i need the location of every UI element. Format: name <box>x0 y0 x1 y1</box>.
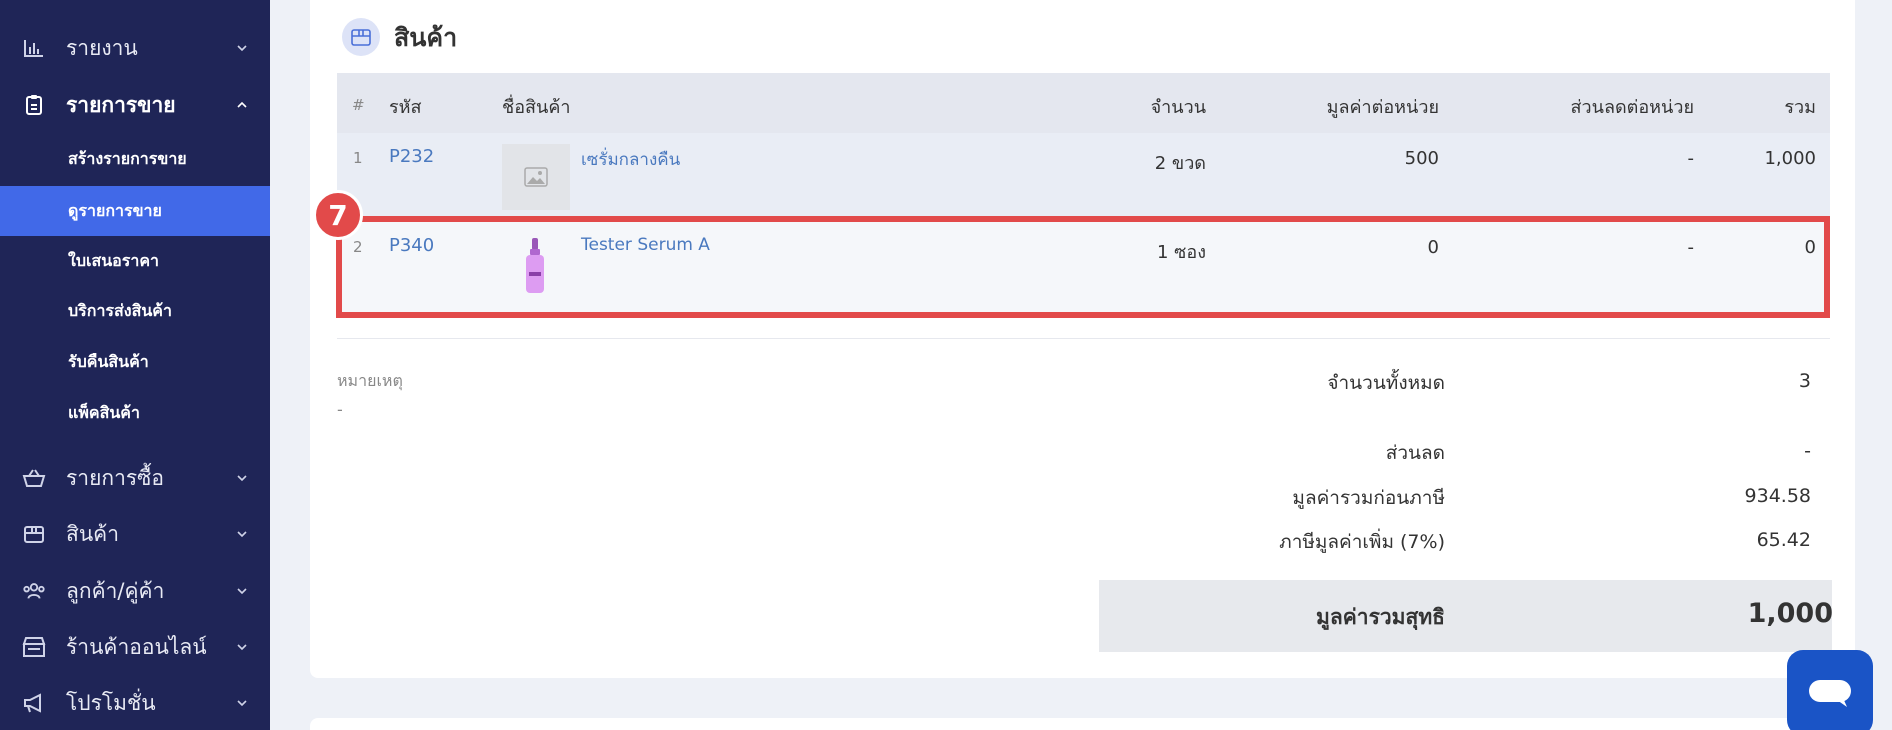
col-header-name: ชื่อสินค้า <box>502 97 571 118</box>
sidebar-item-promotions[interactable]: โปรโมชั่น <box>0 683 270 723</box>
vat-label: ภาษีมูลค่าเพิ่ม (7%) <box>1279 531 1445 553</box>
total-qty-label: จำนวนทั้งหมด <box>1327 372 1445 394</box>
sidebar-item-label: รายการขาย <box>66 92 176 117</box>
sidebar-item-label: ลูกค้า/คู่ค้า <box>66 578 165 603</box>
discount-value: - <box>1804 440 1811 462</box>
row-discount: - <box>1687 148 1695 169</box>
sidebar-item-label: รายงาน <box>66 35 138 60</box>
sidebar-subitem-label: แพ็คสินค้า <box>68 402 140 422</box>
col-header-discount: ส่วนลดต่อหน่วย <box>1570 97 1694 118</box>
vat-value: 65.42 <box>1756 529 1811 551</box>
chat-icon <box>1809 680 1851 707</box>
discount-label: ส่วนลด <box>1385 442 1445 464</box>
box-icon <box>22 522 46 546</box>
sidebar-item-label: สินค้า <box>66 521 120 546</box>
sidebar-item-online-store[interactable]: ร้านค้าออนไลน์ <box>0 627 270 667</box>
people-icon <box>22 579 46 603</box>
sidebar-subitem-label: ใบเสนอราคา <box>68 250 160 270</box>
note-label: หมายเหตุ <box>337 371 403 390</box>
sidebar-item-purchases[interactable]: รายการซื้อ <box>0 458 270 498</box>
clipboard-icon <box>22 93 46 117</box>
sidebar-subitem-label: บริการส่งสินค้า <box>68 300 172 320</box>
section-title: สินค้า <box>394 23 458 52</box>
col-header-unit-price: มูลค่าต่อหน่วย <box>1326 97 1439 118</box>
step-badge: 7 <box>313 190 363 240</box>
sidebar-subitem-quotation[interactable]: ใบเสนอราคา <box>0 236 270 286</box>
sidebar-subitem-label: ดูรายการขาย <box>68 200 162 220</box>
sidebar-subitem-view-sales[interactable]: ดูรายการขาย <box>0 186 270 236</box>
bar-chart-icon <box>22 36 46 60</box>
chat-button[interactable] <box>1787 650 1873 730</box>
pre-vat-value: 934.58 <box>1744 485 1811 507</box>
sidebar-item-label: รายการซื้อ <box>66 465 165 490</box>
sidebar-item-label: โปรโมชั่น <box>66 690 156 715</box>
basket-icon <box>22 466 46 490</box>
col-header-num: # <box>352 96 365 114</box>
sidebar-subitem-label: สร้างรายการขาย <box>68 148 187 168</box>
chevron-down-icon <box>237 588 247 595</box>
sidebar-subitem-label: รับคืนสินค้า <box>68 351 149 371</box>
sidebar-item-products[interactable]: สินค้า <box>0 514 270 554</box>
sidebar-subitem-shipping[interactable]: บริการส่งสินค้า <box>0 286 270 336</box>
divider <box>337 338 1830 339</box>
product-code-link[interactable]: P232 <box>389 146 434 167</box>
col-header-qty: จำนวน <box>1150 97 1206 118</box>
sidebar-item-sales[interactable]: รายการขาย <box>0 85 270 125</box>
row-unit-price: 500 <box>1404 148 1439 169</box>
sidebar-subitem-returns[interactable]: รับคืนสินค้า <box>0 337 270 387</box>
net-total-box <box>1099 580 1832 652</box>
next-card <box>310 718 1855 730</box>
chevron-down-icon <box>237 531 247 538</box>
sidebar-subitem-create-sale[interactable]: สร้างรายการขาย <box>0 134 270 184</box>
sidebar-subitem-packing[interactable]: แพ็คสินค้า <box>0 388 270 438</box>
sidebar-item-reports[interactable]: รายงาน <box>0 28 270 68</box>
row-num: 1 <box>353 149 363 167</box>
store-icon <box>22 635 46 659</box>
sidebar-item-label: ร้านค้าออนไลน์ <box>66 634 207 659</box>
sidebar-item-customers[interactable]: ลูกค้า/คู่ค้า <box>0 571 270 611</box>
note-value: - <box>337 400 343 419</box>
row-qty: 2 ขวด <box>1154 153 1206 174</box>
chevron-up-icon <box>237 101 247 108</box>
chevron-down-icon <box>237 45 247 52</box>
image-placeholder-icon <box>502 144 570 210</box>
product-name-link[interactable]: เซรั่มกลางคืน <box>581 146 680 173</box>
col-header-code: รหัส <box>389 97 422 118</box>
row-total: 1,000 <box>1764 148 1816 169</box>
megaphone-icon <box>22 691 46 715</box>
chevron-down-icon <box>237 644 247 651</box>
box-icon <box>342 18 380 56</box>
chevron-down-icon <box>237 475 247 482</box>
sidebar: รายงาน รายการขาย สร้างรายการขาย ดูรายการ… <box>0 0 270 730</box>
highlight-box <box>336 216 1830 318</box>
total-qty-value: 3 <box>1798 370 1811 392</box>
net-total-value: 1,000 <box>1747 598 1833 629</box>
pre-vat-label: มูลค่ารวมก่อนภาษี <box>1292 487 1445 509</box>
net-total-label: มูลค่ารวมสุทธิ <box>1316 605 1445 629</box>
col-header-total: รวม <box>1784 97 1816 118</box>
chevron-down-icon <box>237 700 247 707</box>
